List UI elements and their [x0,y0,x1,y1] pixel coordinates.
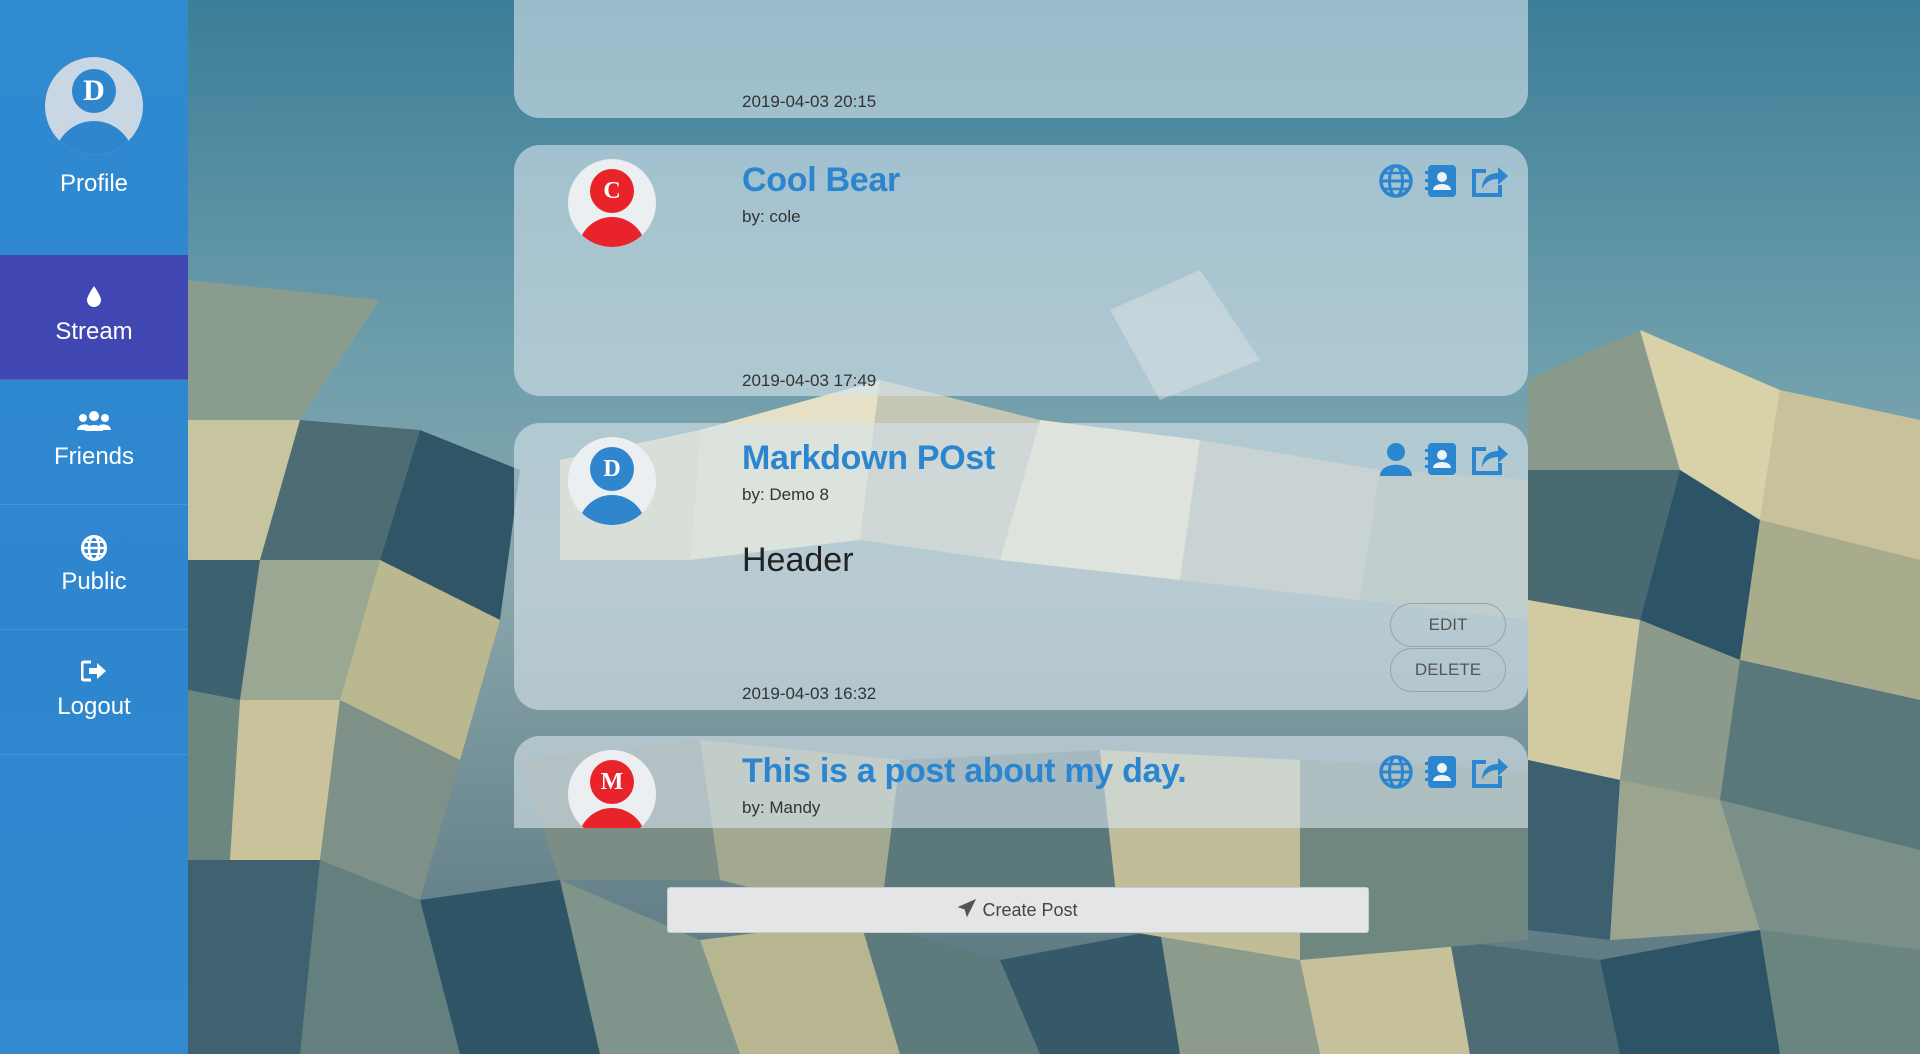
post-author: by: cole [742,207,801,226]
globe-icon[interactable] [1378,754,1414,790]
post-card: C Cool Bear by: cole 2019-04-03 17:49 [514,145,1528,396]
delete-button[interactable]: DELETE [1390,648,1506,692]
post-author: by: Mandy [742,798,821,817]
post-date: 2019-04-03 17:49 [742,371,877,390]
post-feed[interactable]: 2019-04-03 20:15 C Cool Bear by: cole 20… [514,0,1528,828]
sidebar: D Profile Stream Friends Public Logout [0,0,188,1054]
author-avatar-initial: D [590,447,634,491]
author-avatar-initial: M [590,760,634,804]
share-icon[interactable] [1470,163,1508,199]
avatar-body [578,495,646,525]
post-author: by: Demo 8 [742,485,829,504]
create-post-label: Create Post [982,899,1078,920]
post-actions [1378,754,1508,790]
author-avatar[interactable]: M [568,750,656,828]
profile-label: Profile [59,170,129,197]
sidebar-profile[interactable]: D Profile [0,0,188,255]
paper-plane-icon [958,898,977,922]
users-icon [0,410,188,432]
sign-out-icon [0,660,188,682]
post-title[interactable]: Cool Bear [742,161,900,200]
post-title[interactable]: Markdown POst [742,439,995,478]
sidebar-item-logout[interactable]: Logout [0,630,188,755]
share-icon[interactable] [1470,754,1508,790]
profile-avatar-initial: D [72,69,116,113]
sidebar-item-label: Public [61,568,127,595]
user-icon[interactable] [1378,441,1414,477]
profile-avatar[interactable]: D [45,57,143,155]
sidebar-item-friends[interactable]: Friends [0,380,188,505]
address-book-icon[interactable] [1424,163,1460,199]
post-date: 2019-04-03 16:32 [742,684,877,703]
sidebar-item-label: Friends [53,443,135,470]
share-icon[interactable] [1470,441,1508,477]
author-avatar[interactable]: D [568,437,656,525]
address-book-icon[interactable] [1424,754,1460,790]
post-card: M This is a post about my day. by: Mandy [514,736,1528,828]
post-actions [1378,163,1508,199]
post-date: 2019-04-03 20:15 [742,92,877,111]
avatar-body [578,808,646,828]
address-book-icon[interactable] [1424,441,1460,477]
edit-button[interactable]: EDIT [1390,603,1506,647]
avatar-body [54,121,134,155]
post-title[interactable]: This is a post about my day. [742,752,1187,791]
globe-icon[interactable] [1378,163,1414,199]
post-card: 2019-04-03 20:15 [514,0,1528,118]
sidebar-item-public[interactable]: Public [0,505,188,630]
author-avatar-initial: C [590,169,634,213]
sidebar-item-label: Stream [55,318,133,345]
post-content-heading: Header [742,541,854,579]
globe-icon [0,535,188,561]
post-actions [1378,441,1508,477]
sidebar-item-stream[interactable]: Stream [0,255,188,380]
avatar-body [578,217,646,247]
tint-icon [0,285,188,309]
sidebar-item-label: Logout [57,693,131,720]
create-post-button[interactable]: Create Post [667,887,1369,933]
post-card: D Markdown POst by: Demo 8 Header EDIT D… [514,423,1528,710]
author-avatar[interactable]: C [568,159,656,247]
